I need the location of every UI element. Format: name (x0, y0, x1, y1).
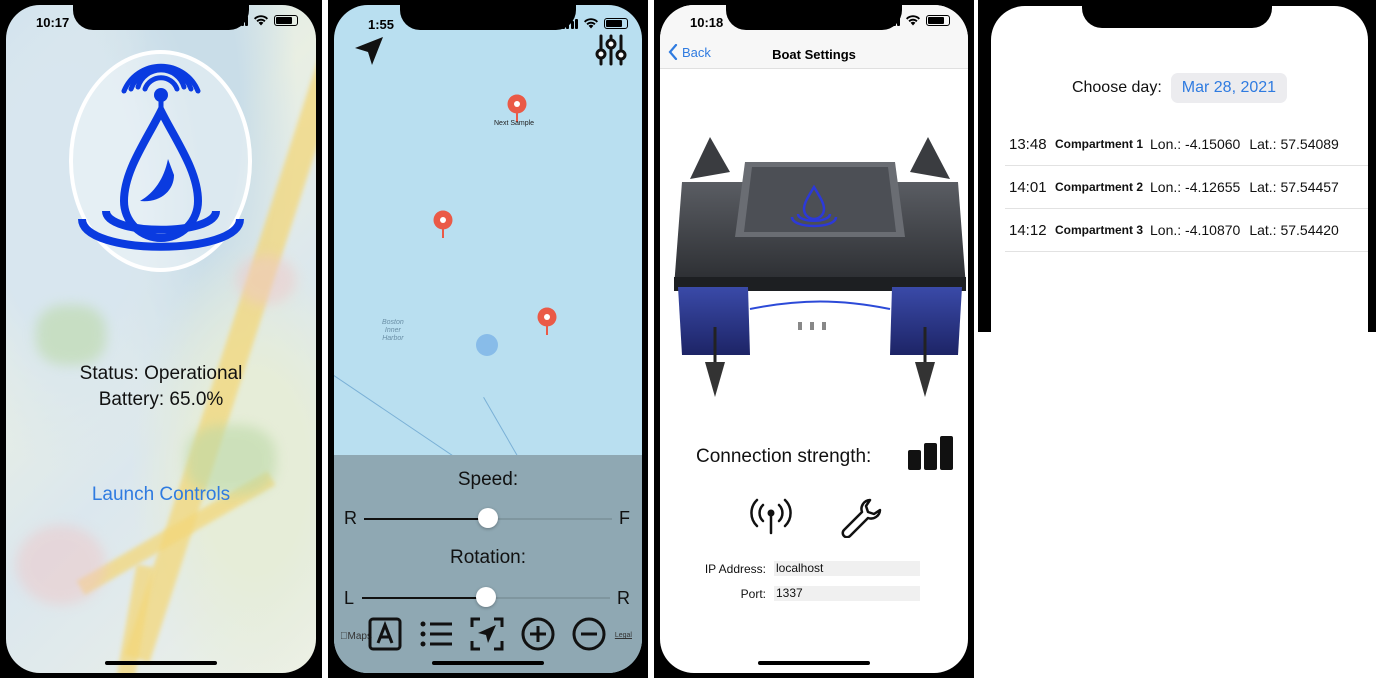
wifi-icon (254, 15, 268, 26)
antenna-broadcast-icon[interactable] (750, 497, 792, 535)
phone-home-screen: 10:17 Status: Operational Battery: 65.0%… (0, 0, 322, 678)
home-indicator (432, 661, 544, 665)
zoom-out-minus-icon[interactable] (572, 617, 606, 651)
rotation-left-label: L (344, 588, 355, 608)
rotation-label: Rotation: (449, 547, 527, 568)
speed-slider-thumb[interactable] (478, 508, 498, 528)
locate-icon[interactable] (470, 617, 504, 651)
text-icon[interactable] (368, 617, 402, 651)
map-background-park (36, 305, 106, 365)
sample-time: 13:48 (1009, 135, 1047, 153)
compartment-name: Compartment 3 (1055, 223, 1144, 237)
home-indicator (758, 661, 870, 665)
speed-left-label: R (344, 508, 357, 528)
battery-icon (604, 17, 628, 29)
map-background-area (236, 255, 296, 305)
water-drop-signal-logo (78, 63, 244, 251)
list-icon[interactable] (419, 617, 453, 651)
port-row: Port: 1337 (660, 586, 920, 601)
wifi-icon (906, 15, 920, 26)
rotation-right-label: R (617, 588, 630, 608)
wrench-settings-icon[interactable] (840, 496, 882, 538)
ip-address-field[interactable]: localhost (774, 561, 920, 576)
pin-label-next-sample: Next Sample (494, 120, 535, 127)
rotation-slider-fill (362, 597, 486, 599)
sample-time: 14:01 (1009, 178, 1047, 196)
longitude: Lon.: -4.10870 (1150, 222, 1241, 238)
navigation-arrow-icon[interactable] (352, 34, 386, 68)
phone-compartment-log: Choose day: Mar 28, 2021 13:48 Compartme… (978, 0, 1376, 332)
phone-boat-settings: 10:18 Back Boat Settings Connection stre… (654, 0, 974, 678)
map-background-area (16, 525, 106, 605)
device-notch (400, 0, 576, 30)
compartment-log-screen: Choose day: Mar 28, 2021 13:48 Compartme… (991, 6, 1368, 332)
connection-strength-icon (908, 436, 953, 470)
home-indicator (105, 661, 217, 665)
wifi-icon (584, 18, 598, 29)
ip-address-label: IP Address: (704, 561, 766, 576)
launch-controls-button[interactable]: Launch Controls (6, 484, 316, 506)
speed-label: Speed: (457, 469, 519, 490)
map-place-label: Boston Inner Harbor (382, 319, 404, 342)
latitude: Lat.: 57.54420 (1249, 222, 1339, 238)
speed-slider-track (488, 518, 612, 520)
list-item[interactable]: 14:12 Compartment 3 Lon.: -4.10870 Lat.:… (1005, 209, 1368, 252)
status-time: 10:17 (36, 15, 70, 30)
latitude: Lat.: 57.54089 (1249, 136, 1339, 152)
status-text-block: Status: Operational Battery: 65.0% (6, 361, 316, 413)
home-screen: 10:17 Status: Operational Battery: 65.0%… (6, 5, 316, 673)
list-item[interactable]: 13:48 Compartment 1 Lon.: -4.15060 Lat.:… (1005, 123, 1368, 166)
device-notch (726, 0, 902, 30)
device-notch (1082, 0, 1272, 28)
ip-address-row: IP Address: localhost (660, 561, 920, 576)
compartment-name: Compartment 2 (1055, 180, 1144, 194)
speed-slider-fill (364, 518, 488, 520)
battery-icon (274, 14, 298, 26)
page-title: Boat Settings (772, 47, 856, 62)
battery-icon (926, 14, 950, 26)
compartment-name: Compartment 1 (1055, 137, 1144, 151)
list-item[interactable]: 14:01 Compartment 2 Lon.: -4.12655 Lat.:… (1005, 166, 1368, 209)
sample-time: 14:12 (1009, 221, 1047, 239)
longitude: Lon.: -4.12655 (1150, 179, 1241, 195)
compartment-list: 13:48 Compartment 1 Lon.: -4.15060 Lat.:… (1005, 123, 1368, 252)
rotation-slider-track (486, 597, 610, 599)
zoom-in-plus-icon[interactable] (521, 617, 555, 651)
device-notch (73, 0, 249, 30)
port-field[interactable]: 1337 (774, 586, 920, 601)
latitude: Lat.: 57.54457 (1249, 179, 1339, 195)
legal-link[interactable]: Legal (615, 632, 632, 639)
date-picker-button[interactable]: Mar 28, 2021 (1170, 73, 1288, 103)
day-picker-row: Choose day: Mar 28, 2021 (991, 73, 1368, 103)
boat-image (674, 137, 966, 397)
current-location-dot (476, 334, 498, 356)
phone-map-controls: 1:55 Next Sample Boston Inner Harbor Spe… (328, 0, 648, 678)
battery-level: Battery: 65.0% (98, 389, 224, 410)
operational-status: Status: Operational (79, 363, 243, 384)
rotation-slider-thumb[interactable] (476, 587, 496, 607)
choose-day-label: Choose day: (1071, 79, 1162, 96)
speed-right-label: F (619, 508, 630, 528)
longitude: Lon.: -4.15060 (1150, 136, 1241, 152)
map-pin-icon[interactable] (536, 307, 558, 337)
connection-strength-label: Connection strength: (696, 446, 872, 467)
map-toolbar (368, 617, 606, 651)
map-controls-screen: 1:55 Next Sample Boston Inner Harbor Spe… (334, 5, 642, 673)
status-time: 1:55 (368, 17, 395, 32)
status-time: 10:18 (690, 15, 724, 30)
map-pin-icon[interactable] (432, 210, 454, 240)
port-label: Port: (740, 586, 766, 601)
boat-settings-screen: 10:18 Back Boat Settings Connection stre… (660, 5, 968, 673)
